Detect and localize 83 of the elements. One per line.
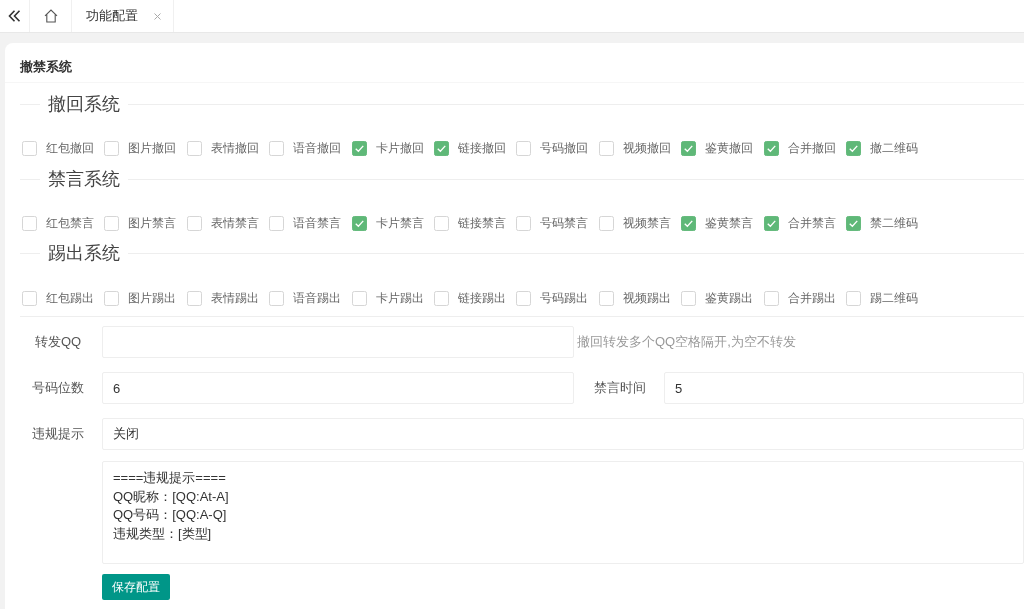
checkbox-label: 语音踢出 xyxy=(293,290,342,307)
field-label: 转发QQ xyxy=(33,333,83,352)
checkbox[interactable] xyxy=(269,290,285,306)
checkbox[interactable] xyxy=(186,290,202,306)
checkbox[interactable] xyxy=(845,215,861,231)
checkbox-label: 合并禁言 xyxy=(787,215,836,232)
checkbox-label: 鉴黄撤回 xyxy=(705,140,754,157)
checkbox-label: 撤二维码 xyxy=(869,140,918,157)
checkbox[interactable] xyxy=(763,215,779,231)
checkbox-label: 鉴黄禁言 xyxy=(705,215,754,232)
checkbox[interactable] xyxy=(104,215,120,231)
checkbox[interactable] xyxy=(433,140,449,156)
checkbox-label: 视频踢出 xyxy=(622,290,671,307)
checkbox-label: 语音禁言 xyxy=(293,215,342,232)
checkbox[interactable] xyxy=(351,140,367,156)
double-chevron-icon xyxy=(8,10,21,22)
checkbox-label: 链接踢出 xyxy=(457,290,506,307)
checkbox[interactable] xyxy=(516,215,532,231)
checkbox[interactable] xyxy=(269,215,285,231)
checkbox[interactable] xyxy=(516,290,532,306)
checkbox-label: 卡片撤回 xyxy=(375,140,424,157)
field-label: 号码位数 xyxy=(31,379,85,398)
panel-title: 撤禁系统 xyxy=(20,59,72,74)
checkbox[interactable] xyxy=(22,290,37,306)
select-field[interactable]: 关闭 xyxy=(102,418,1024,450)
checkbox[interactable] xyxy=(681,215,697,231)
checkbox-label: 语音撤回 xyxy=(293,140,342,157)
checkbox-label: 卡片踢出 xyxy=(375,290,424,307)
checkbox-label: 链接撤回 xyxy=(457,140,506,157)
checkbox-label: 图片踢出 xyxy=(128,290,177,307)
checkbox-label: 号码踢出 xyxy=(540,290,589,307)
checkbox[interactable] xyxy=(681,140,697,156)
checkbox[interactable] xyxy=(516,140,532,156)
checkbox[interactable] xyxy=(598,290,614,306)
textarea-field[interactable]: ====违规提示==== QQ昵称：[QQ:At-A] QQ号码：[QQ:A-Q] 违规类型：[类型] xyxy=(102,461,1024,564)
checkbox-label: 视频禁言 xyxy=(622,215,671,232)
checkbox-label: 卡片禁言 xyxy=(375,215,424,232)
checkbox[interactable] xyxy=(433,215,449,231)
checkbox-label: 表情禁言 xyxy=(210,215,259,232)
checkbox-label: 鉴黄踢出 xyxy=(705,290,754,307)
checkbox[interactable] xyxy=(104,140,120,156)
checkbox[interactable] xyxy=(186,140,202,156)
checkbox[interactable] xyxy=(433,290,449,306)
checkbox[interactable] xyxy=(845,140,861,156)
checkbox[interactable] xyxy=(763,290,779,306)
section-legend: 禁言系统 xyxy=(40,167,128,191)
checkbox-label: 禁二维码 xyxy=(869,215,918,232)
section-legend: 踢出系统 xyxy=(40,241,128,265)
checkbox[interactable] xyxy=(763,140,779,156)
checkbox-label: 链接禁言 xyxy=(457,215,506,232)
field-label: 禁言时间 xyxy=(593,379,647,398)
checkbox[interactable] xyxy=(598,140,614,156)
save-button[interactable]: 保存配置 xyxy=(102,574,170,600)
checkbox-label: 表情撤回 xyxy=(210,140,259,157)
section-legend: 撤回系统 xyxy=(40,92,128,116)
checkbox[interactable] xyxy=(186,215,202,231)
checkbox-label: 表情踢出 xyxy=(210,290,259,307)
checkbox-label: 红包踢出 xyxy=(46,290,94,307)
checkbox[interactable] xyxy=(22,140,37,156)
checkbox-label: 踢二维码 xyxy=(869,290,918,307)
checkbox-label: 红包撤回 xyxy=(46,140,94,157)
checkbox-label: 红包禁言 xyxy=(46,215,94,232)
checkbox-label: 图片禁言 xyxy=(128,215,177,232)
help-text: 撤回转发多个QQ空格隔开,为空不转发 xyxy=(577,333,796,352)
input-field[interactable]: 5 xyxy=(664,372,1024,404)
home-icon xyxy=(43,9,58,23)
checkbox[interactable] xyxy=(351,215,367,231)
checkbox[interactable] xyxy=(22,215,37,231)
checkbox-label: 图片撤回 xyxy=(128,140,177,157)
checkbox-label: 合并踢出 xyxy=(787,290,836,307)
checkbox[interactable] xyxy=(351,290,367,306)
checkbox[interactable] xyxy=(681,290,697,306)
checkbox-label: 号码撤回 xyxy=(540,140,589,157)
checkbox-label: 视频撤回 xyxy=(622,140,671,157)
checkbox[interactable] xyxy=(598,215,614,231)
field-label: 违规提示 xyxy=(31,425,85,444)
checkbox[interactable] xyxy=(269,140,285,156)
checkbox-label: 合并撤回 xyxy=(787,140,836,157)
close-icon[interactable] xyxy=(154,12,161,20)
checkbox-label: 号码禁言 xyxy=(540,215,589,232)
checkbox[interactable] xyxy=(845,290,861,306)
checkbox[interactable] xyxy=(104,290,120,306)
input-field[interactable]: 6 xyxy=(102,372,574,404)
